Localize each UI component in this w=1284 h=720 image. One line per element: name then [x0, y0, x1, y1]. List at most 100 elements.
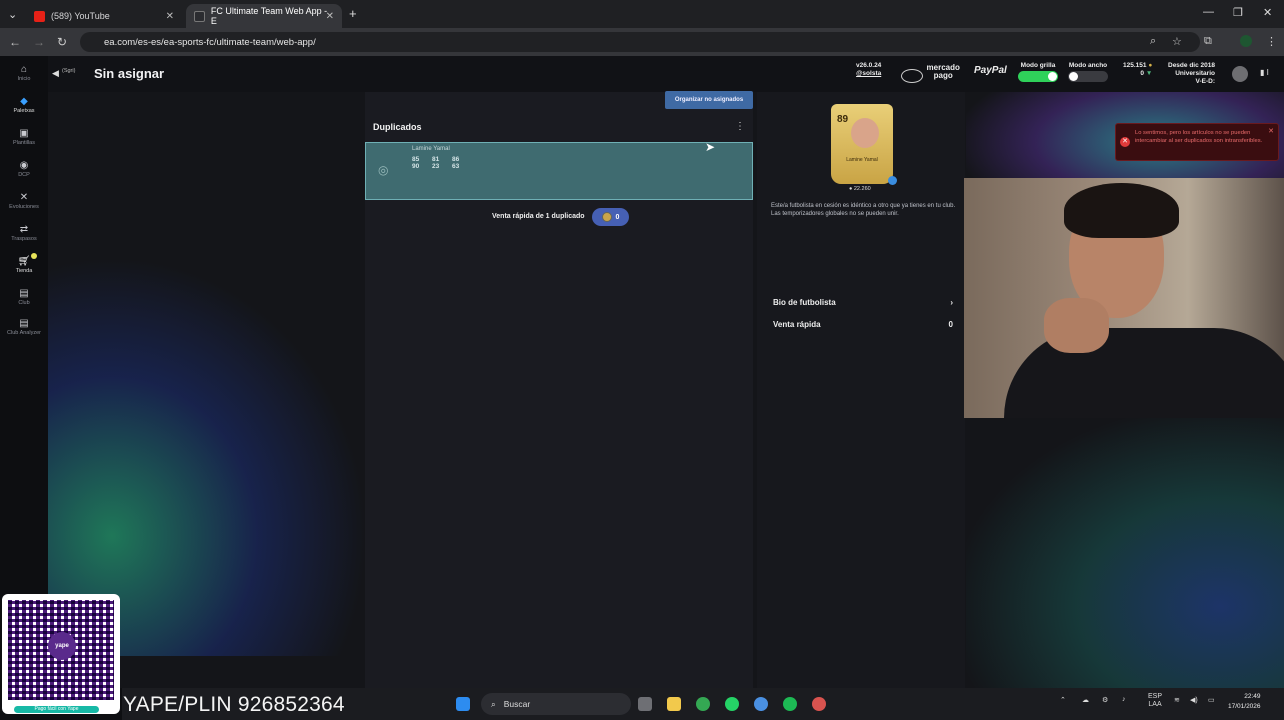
back-chevron-icon[interactable]: ◀	[52, 68, 59, 79]
back-arrow-icon[interactable]: ←	[9, 35, 21, 49]
user-handle[interactable]: @solsta	[856, 70, 881, 78]
stat-value: 81	[432, 156, 440, 163]
loan-icon: ◎	[378, 163, 389, 177]
star-icon[interactable]: ☆	[1172, 35, 1182, 48]
stat-value: 85	[412, 156, 420, 163]
error-icon: ✕	[1120, 137, 1130, 147]
error-toast: ✕ Lo sentimos, pero los artículos no se …	[1115, 123, 1279, 161]
close-icon[interactable]: ✕	[326, 11, 334, 22]
club-badge[interactable]	[1232, 66, 1248, 82]
language-indicator[interactable]: ESP LAA	[1148, 693, 1162, 709]
cloud-icon[interactable]: ☁	[1082, 696, 1089, 704]
error-message: Lo sentimos, pero los artículos no se pu…	[1135, 130, 1263, 144]
language-code: ESP	[1148, 693, 1163, 700]
browser-tab-strip: ⌄ (589) YouTube ✕ FC Ultimate Team Web A…	[0, 0, 1284, 28]
minimize-icon[interactable]: —	[1203, 6, 1214, 18]
duplicate-player-row[interactable]: ◎ Lamine Yamal 85 81 86 90 23 63	[365, 142, 753, 200]
squad-icon: ▣	[19, 128, 29, 139]
file-explorer-icon[interactable]	[667, 697, 681, 711]
close-window-icon[interactable]: ✕	[1263, 6, 1272, 19]
search-placeholder: Buscar	[503, 699, 531, 709]
quick-sell-label: Venta rápida de 1 duplicado	[492, 213, 585, 220]
tray-chevron-icon[interactable]: ⌃	[1060, 696, 1066, 704]
player-detail-panel: 89 Lamine Yamal ● 22.260 Este/a futbolis…	[757, 92, 965, 688]
tab-search-icon[interactable]: ⌄	[8, 8, 17, 21]
sidebar-item-label: Inicio	[17, 76, 31, 82]
wide-mode-toggle[interactable]: Modo ancho	[1068, 62, 1108, 82]
wifi-icon[interactable]: ≋	[1174, 696, 1180, 704]
yape-plin-text: YAPE/PLIN 926852364	[123, 693, 345, 716]
stat-value: 86	[452, 156, 460, 163]
clock[interactable]: 22:49 17/01/2026	[1228, 692, 1261, 712]
tab-web-app[interactable]: FC Ultimate Team Web App - E ✕	[186, 4, 342, 28]
grid-mode-switch[interactable]	[1018, 71, 1058, 82]
grid-mode-toggle[interactable]: Modo grilla	[1018, 62, 1058, 82]
sidebar-item-inicio[interactable]: ⌂ Inicio	[0, 64, 48, 82]
windows-start-icon[interactable]	[456, 697, 470, 711]
taskbar-search[interactable]: ⌕ Buscar	[481, 693, 631, 715]
store-icon: 🛒︎	[17, 256, 31, 267]
background-glow	[966, 416, 1284, 688]
back-label: (Sgri)	[62, 68, 76, 74]
reload-icon[interactable]: ↻	[57, 35, 67, 49]
sidebar-item-tienda[interactable]: 🛒︎ Tienda	[0, 253, 48, 274]
sidebar-item-plantillas[interactable]: ▣ Plantillas	[0, 128, 48, 146]
address-bar[interactable]: ea.com/es-es/ea-sports-fc/ultimate-team/…	[80, 32, 1200, 52]
quick-sell-row[interactable]: Venta rápida 0	[773, 320, 953, 329]
clock-date: 17/01/2026	[1228, 703, 1261, 710]
chrome-icon[interactable]	[696, 697, 710, 711]
card-rating: 89	[837, 114, 849, 125]
new-tab-icon[interactable]: +	[349, 6, 357, 21]
sidebar-item-dcp[interactable]: ◉ DCP	[0, 160, 48, 178]
organize-unassigned-button[interactable]: Organizar no asignados	[665, 91, 753, 109]
close-icon[interactable]: ✕	[166, 11, 174, 22]
section-menu-icon[interactable]: ⋮	[735, 121, 745, 132]
close-icon[interactable]: ✕	[1268, 127, 1274, 135]
mercado-pago-logo: mercado pago	[901, 64, 961, 83]
whatsapp-icon[interactable]	[725, 697, 739, 711]
forward-arrow-icon[interactable]: →	[33, 35, 45, 49]
battery-icon[interactable]: ▭	[1208, 696, 1215, 704]
sidebar-item-club[interactable]: ▤ Club	[0, 288, 48, 306]
task-view-icon[interactable]	[638, 697, 652, 711]
tray-app-icon[interactable]: ⚙	[1102, 696, 1108, 704]
club-info: Desde dic 2018 Universitario V-E-D:	[1168, 62, 1215, 86]
menu-icon[interactable]: ▮ I	[1260, 68, 1269, 77]
transfers-icon: ⇄	[19, 224, 29, 235]
menu-kebab-icon[interactable]: ⋮	[1266, 35, 1277, 48]
version-text: v26.0.24	[856, 62, 882, 69]
tab-title: (589) YouTube	[51, 11, 110, 21]
player-card: 89 Lamine Yamal	[831, 104, 893, 184]
app-icon[interactable]	[812, 697, 826, 711]
version-block: v26.0.24 @solsta	[856, 62, 881, 78]
quick-sell-value: 0	[615, 213, 620, 221]
sidebar-item-evoluciones[interactable]: ✕ Evoluciones	[0, 192, 48, 210]
web-app: ⌂ Inicio ◆ Paletxas ▣ Plantillas ◉ DCP ✕…	[0, 56, 1284, 688]
extensions-icon[interactable]: ⧉	[1204, 35, 1212, 48]
ea-icon	[194, 10, 205, 22]
paypal-logo: PayPal	[974, 66, 1007, 76]
wide-mode-switch[interactable]	[1068, 71, 1108, 82]
keyboard-layout: LAA	[1148, 701, 1162, 708]
chrome-active-icon[interactable]	[754, 697, 768, 711]
maximize-icon[interactable]: ❐	[1233, 6, 1243, 19]
card-price: ● 22.260	[849, 186, 871, 192]
sidebar-item-traspasos[interactable]: ⇄ Traspasos	[0, 224, 48, 242]
profile-avatar[interactable]	[1240, 35, 1252, 47]
volume-icon[interactable]: ◀)	[1190, 696, 1198, 704]
sidebar-item-club-analyzer[interactable]: ▤ Club Analyzer	[0, 318, 48, 336]
url-text: ea.com/es-es/ea-sports-fc/ultimate-team/…	[104, 36, 316, 48]
tab-youtube[interactable]: (589) YouTube ✕	[26, 4, 182, 28]
spotify-icon[interactable]	[783, 697, 797, 711]
person-shirt	[1004, 328, 1284, 418]
club-since: Desde dic 2018	[1168, 62, 1215, 69]
notification-dot	[31, 253, 37, 259]
player-bio-row[interactable]: Bio de futbolista ›	[773, 298, 953, 307]
mic-icon[interactable]: ♪	[1122, 696, 1126, 703]
coin-icon: ●	[1148, 62, 1153, 69]
quick-sell-button[interactable]: 0	[592, 208, 629, 226]
sidebar-item-paletxas[interactable]: ◆ Paletxas	[0, 96, 48, 114]
club-record: V-E-D:	[1195, 78, 1215, 85]
zoom-icon[interactable]: ⌕	[1150, 35, 1156, 48]
player-portrait	[851, 118, 879, 148]
